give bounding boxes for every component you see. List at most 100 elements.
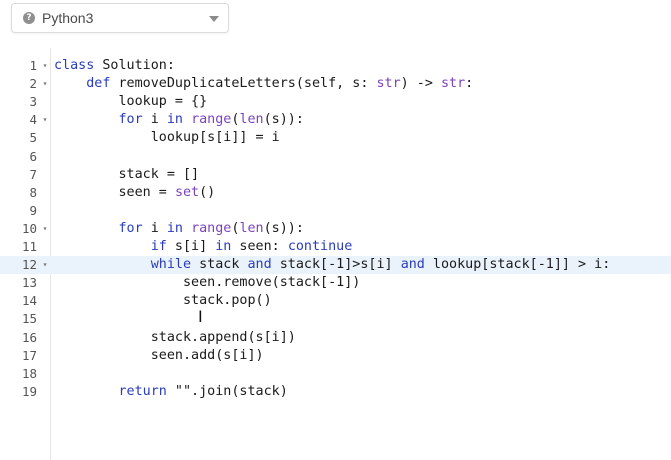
- code-token: stack: [191, 257, 248, 273]
- code-token: class: [54, 58, 95, 73]
- code-token: and: [247, 257, 272, 273]
- code-token: str: [440, 76, 466, 92]
- code-line[interactable]: 17 seen.add(s[i]): [0, 347, 671, 365]
- code-text: for i in range(len(s)):: [54, 220, 304, 238]
- code-token: for: [118, 112, 143, 128]
- code-token: lookup[s[i]] = i: [54, 130, 280, 146]
- code-line[interactable]: 19 return "".join(stack): [0, 383, 671, 401]
- line-number: 7: [29, 166, 37, 182]
- line-number: 1: [29, 58, 37, 73]
- code-text: while stack and stack[-1]>s[i] and looku…: [54, 256, 611, 274]
- code-token: (s)):: [263, 112, 304, 128]
- line-number: 12: [21, 257, 37, 273]
- code-line[interactable]: 12 ▾ while stack and stack[-1]>s[i] and l…: [0, 256, 671, 275]
- code-text: return "".join(stack): [54, 383, 288, 401]
- code-line[interactable]: 8 seen = set(): [0, 184, 671, 202]
- code-token: seen =: [54, 184, 175, 200]
- code-text: stack = []: [54, 166, 199, 184]
- language-label: Python3: [42, 10, 94, 26]
- code-token: stack[-1]>s[i]: [271, 257, 401, 273]
- code-token: seen:: [231, 239, 288, 254]
- code-token: lookup[stack[-1]] > i:: [424, 257, 611, 273]
- chevron-down-icon: [209, 16, 219, 22]
- code-line[interactable]: 4 ▾ for i in range(len(s)):: [0, 111, 671, 129]
- code-token: len: [239, 220, 264, 236]
- code-line[interactable]: 5 lookup[s[i]] = i: [0, 129, 671, 147]
- code-token: and: [400, 257, 425, 273]
- code-line[interactable]: 9: [0, 202, 671, 220]
- fold-arrow-icon[interactable]: ▾: [40, 256, 50, 274]
- line-number: 8: [29, 184, 37, 200]
- code-token: in: [166, 112, 183, 128]
- code-token: Solution:: [94, 58, 175, 73]
- code-token: ) ->: [400, 76, 441, 92]
- code-token: for: [118, 220, 143, 236]
- fold-arrow-icon[interactable]: ▾: [40, 111, 50, 129]
- line-number: 13: [21, 275, 37, 291]
- code-editor[interactable]: 1 ▾ class Solution: 2 ▾ def removeDuplicateL…: [0, 48, 671, 460]
- code-token: :: [465, 76, 474, 92]
- code-text: lookup = {}: [54, 93, 207, 111]
- line-number: 4: [29, 112, 37, 128]
- code-text: class Solution:: [54, 57, 175, 75]
- code-line[interactable]: 16 stack.append(s[i]): [0, 329, 671, 347]
- code-line[interactable]: 11 if s[i] in seen: continue: [0, 238, 671, 256]
- code-line[interactable]: 3 lookup = {}: [0, 93, 671, 111]
- code-token: seen.add(s[i]): [54, 347, 264, 363]
- code-line[interactable]: 2 ▾ def removeDuplicateLetters(self, s: s…: [0, 75, 671, 93]
- code-token: stack.pop(): [54, 293, 272, 309]
- fold-arrow-icon[interactable]: ▾: [40, 75, 50, 93]
- language-select[interactable]: ? Python3: [11, 3, 229, 33]
- line-number: 2: [29, 76, 37, 92]
- line-number: 3: [29, 94, 37, 110]
- code-token: i: [142, 220, 167, 236]
- code-line[interactable]: 10 ▾ for i in range(len(s)):: [0, 220, 671, 238]
- code-line[interactable]: 1 ▾ class Solution:: [0, 57, 671, 75]
- code-token: removeDuplicateLetters(self, s:: [110, 76, 377, 92]
- code-token: while: [150, 257, 192, 273]
- line-number: 17: [21, 347, 37, 363]
- fold-arrow-icon[interactable]: ▾: [40, 220, 50, 238]
- code-token: def: [86, 76, 111, 92]
- line-number: 11: [21, 239, 37, 254]
- code-token: if: [150, 239, 167, 254]
- line-number: 6: [29, 148, 37, 164]
- line-number: 16: [21, 329, 37, 345]
- code-line[interactable]: 15: [0, 310, 671, 328]
- fold-arrow-icon[interactable]: ▾: [40, 57, 50, 75]
- code-text: seen.remove(stack[-1]): [54, 274, 360, 292]
- code-text: seen = set(): [54, 184, 215, 202]
- code-text: stack.pop(): [54, 292, 272, 310]
- code-token: seen.remove(stack[-1]): [54, 275, 361, 291]
- code-line[interactable]: 13 seen.remove(stack[-1]): [0, 274, 671, 292]
- code-token: set: [174, 184, 200, 200]
- code-text: seen.add(s[i]): [54, 347, 264, 365]
- code-line[interactable]: 7 stack = []: [0, 166, 671, 184]
- code-line[interactable]: 6: [0, 148, 671, 166]
- code-token: stack.append(s[i]): [54, 329, 296, 345]
- code-token: stack = []: [54, 166, 200, 182]
- code-token: in: [166, 220, 183, 236]
- code-line[interactable]: 18: [0, 365, 671, 383]
- code-token: in: [215, 239, 232, 254]
- code-text: if s[i] in seen: continue: [54, 238, 353, 256]
- code-token: (): [199, 184, 216, 200]
- code-token: continue: [287, 239, 353, 254]
- code-token: i: [142, 112, 167, 128]
- code-token: "".join(stack): [166, 383, 288, 399]
- code-token: lookup = {}: [54, 94, 208, 110]
- info-circle-icon: ?: [23, 12, 35, 24]
- code-line[interactable]: 14 stack.pop(): [0, 292, 671, 310]
- code-token: (s)):: [263, 220, 304, 236]
- code-text: stack.append(s[i]): [54, 329, 296, 347]
- code-text: for i in range(len(s)):: [54, 111, 304, 129]
- code-token: len: [239, 112, 264, 128]
